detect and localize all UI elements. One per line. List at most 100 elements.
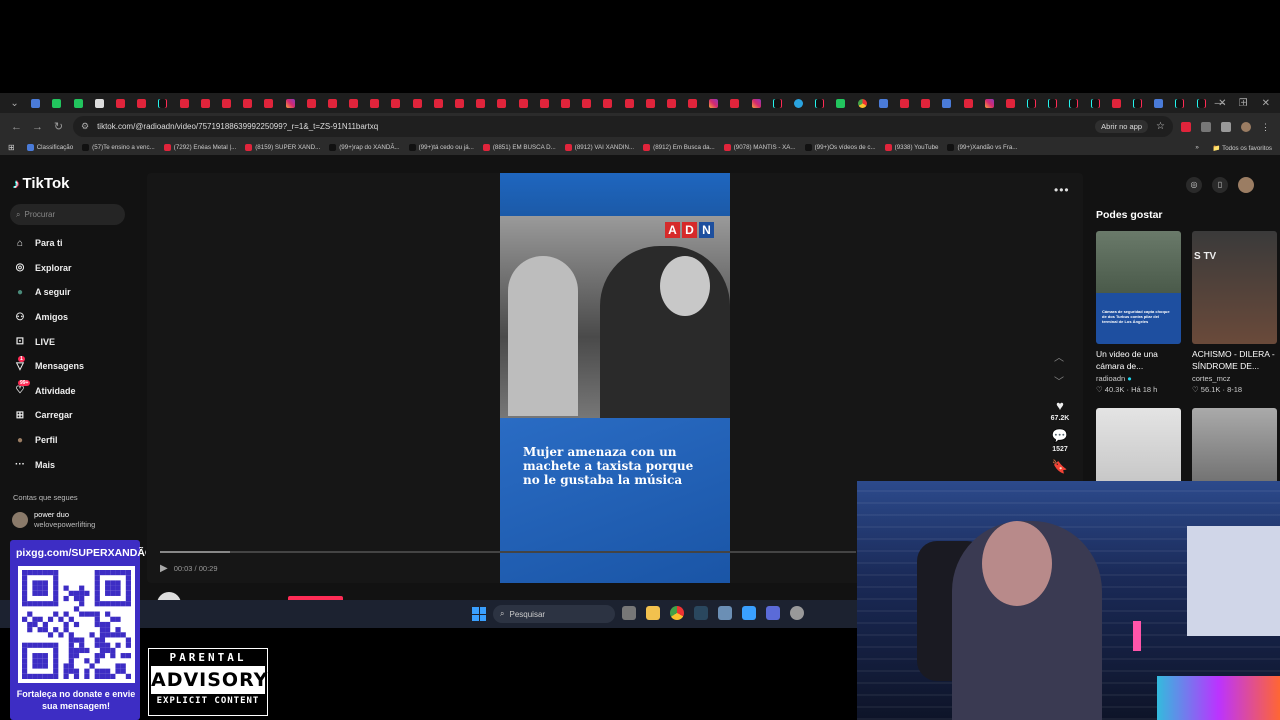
browser-tab[interactable] [322, 93, 343, 113]
browser-tab[interactable] [788, 93, 809, 113]
taskbar-search[interactable]: ⌕ Pesquisar [493, 605, 615, 623]
file-explorer-icon[interactable] [646, 606, 660, 620]
search-input[interactable]: ⌕ Procurar [10, 204, 125, 225]
browser-tab[interactable] [1106, 93, 1127, 113]
browser-tab[interactable] [1085, 93, 1106, 113]
browser-tab[interactable] [1021, 93, 1042, 113]
tab-search-icon[interactable]: ⌄ [4, 93, 25, 113]
bookmark-item[interactable]: (8851) EM BUSCA D... [482, 144, 556, 151]
browser-tab[interactable] [597, 93, 618, 113]
bookmark-icon[interactable]: 🔖 [1052, 459, 1068, 475]
bookmark-item[interactable]: (99+)tá cedo ou já... [408, 144, 474, 151]
user-avatar[interactable] [1238, 177, 1254, 193]
open-in-app-button[interactable]: Abrir no app [1095, 120, 1149, 133]
browser-tab[interactable] [89, 93, 110, 113]
browser-tab[interactable] [852, 93, 873, 113]
nav-item-atividade[interactable]: ♡ 99+ Atividade [12, 379, 84, 404]
browser-tab[interactable] [195, 93, 216, 113]
extension-icon[interactable] [1181, 121, 1191, 132]
browser-tab[interactable] [703, 93, 724, 113]
browser-tab[interactable] [279, 93, 300, 113]
bookmark-item[interactable]: (8912) Em Busca da... [643, 144, 715, 151]
reload-icon[interactable]: ↻ [48, 120, 69, 133]
app-icon[interactable] [742, 606, 756, 620]
browser-tab[interactable] [936, 93, 957, 113]
nav-item-mensagens[interactable]: ▽ 1 Mensagens [12, 354, 84, 379]
browser-tab[interactable] [1000, 93, 1021, 113]
site-info-icon[interactable]: ⚙ [81, 121, 89, 132]
browser-tab[interactable] [449, 93, 470, 113]
browser-tab[interactable] [25, 93, 46, 113]
bookmark-star-icon[interactable]: ☆ [1156, 121, 1165, 132]
nav-item-live[interactable]: ⊡ LIVE [12, 329, 84, 354]
windows-start-icon[interactable] [472, 607, 486, 621]
nav-item-perfil[interactable]: ● Perfil [12, 428, 84, 453]
browser-tab[interactable] [407, 93, 428, 113]
nav-item-carregar[interactable]: ⊞ Carregar [12, 403, 84, 428]
app-icon[interactable] [790, 606, 804, 620]
nav-item-para-ti[interactable]: ⌂ Para ti [12, 231, 84, 256]
browser-tab[interactable] [1169, 93, 1190, 113]
more-options-icon[interactable]: ••• [1054, 183, 1070, 197]
suggestion-card[interactable]: Cámara de seguridad capta choque de dos … [1096, 231, 1181, 394]
browser-tab[interactable] [640, 93, 661, 113]
previous-video-icon[interactable]: ︿ [1054, 347, 1064, 371]
nav-item-mais[interactable]: ··· Mais [12, 452, 84, 477]
browser-tab[interactable] [131, 93, 152, 113]
browser-tab[interactable] [68, 93, 89, 113]
browser-tab[interactable] [1191, 93, 1212, 113]
browser-tab[interactable] [385, 93, 406, 113]
browser-tab[interactable] [258, 93, 279, 113]
settings-icon[interactable] [718, 606, 732, 620]
forward-icon[interactable]: → [27, 121, 48, 133]
browser-tab[interactable] [343, 93, 364, 113]
browser-tab[interactable] [152, 93, 173, 113]
browser-tab[interactable] [618, 93, 639, 113]
bookmark-item[interactable]: (8912) VAI XANDIN... [564, 144, 634, 151]
app-icon[interactable] [766, 606, 780, 620]
minimize-icon[interactable]: — [1215, 98, 1225, 109]
coins-icon[interactable]: ◎ [1186, 177, 1202, 193]
url-field[interactable]: ⚙ tiktok.com/@radioadn/video/75719188639… [73, 116, 1173, 137]
nav-item-amigos[interactable]: ⚇ Amigos [12, 305, 84, 330]
browser-tab[interactable] [682, 93, 703, 113]
browser-tab[interactable] [1148, 93, 1169, 113]
nav-item-a-seguir[interactable]: ● A seguir [12, 280, 84, 305]
browser-tab[interactable] [724, 93, 745, 113]
chrome-icon[interactable] [670, 606, 684, 620]
bookmark-item[interactable]: (57)Te ensino a venc... [82, 144, 155, 151]
browser-tab[interactable] [915, 93, 936, 113]
browser-tab[interactable] [174, 93, 195, 113]
browser-tab[interactable] [110, 93, 131, 113]
browser-tab[interactable] [1063, 93, 1084, 113]
bookmark-item[interactable]: Classificação [26, 144, 73, 151]
suggestion-card[interactable]: S TV ACHISMO - DILERA - SÍNDROME DE... c… [1192, 231, 1280, 394]
restore-icon[interactable]: ❐ [1239, 98, 1248, 109]
browser-tab[interactable] [534, 93, 555, 113]
browser-tab[interactable] [830, 93, 851, 113]
bookmark-item[interactable]: (7292) Enéas Metal |... [163, 144, 236, 151]
more-bookmarks-icon[interactable]: » [1195, 144, 1198, 151]
browser-tab[interactable] [746, 93, 767, 113]
steam-icon[interactable] [694, 606, 708, 620]
browser-tab[interactable] [46, 93, 67, 113]
browser-tab[interactable] [661, 93, 682, 113]
task-view-icon[interactable] [622, 606, 636, 620]
profile-avatar-icon[interactable] [1241, 121, 1251, 132]
browser-tab[interactable] [301, 93, 322, 113]
play-icon[interactable]: ▶ [160, 563, 168, 574]
video-player[interactable]: A D N Mujer amenaza con un machete a tax… [500, 173, 730, 583]
bookmark-item[interactable]: (99+)Os vídeos de c... [804, 144, 876, 151]
browser-tab[interactable] [364, 93, 385, 113]
browser-tab[interactable] [576, 93, 597, 113]
browser-tab[interactable] [216, 93, 237, 113]
browser-tab[interactable] [1042, 93, 1063, 113]
comment-icon[interactable]: 💬 [1052, 428, 1068, 444]
browser-tab[interactable] [894, 93, 915, 113]
browser-tab[interactable] [470, 93, 491, 113]
bookmark-item[interactable]: (99+)Xandão vs Fra... [947, 144, 1017, 151]
bookmark-item[interactable]: (9338) YouTube [884, 144, 938, 151]
browser-tab[interactable] [957, 93, 978, 113]
following-account[interactable]: power duo welovepowerlifting [12, 510, 95, 530]
extensions-puzzle-icon[interactable] [1221, 121, 1231, 132]
